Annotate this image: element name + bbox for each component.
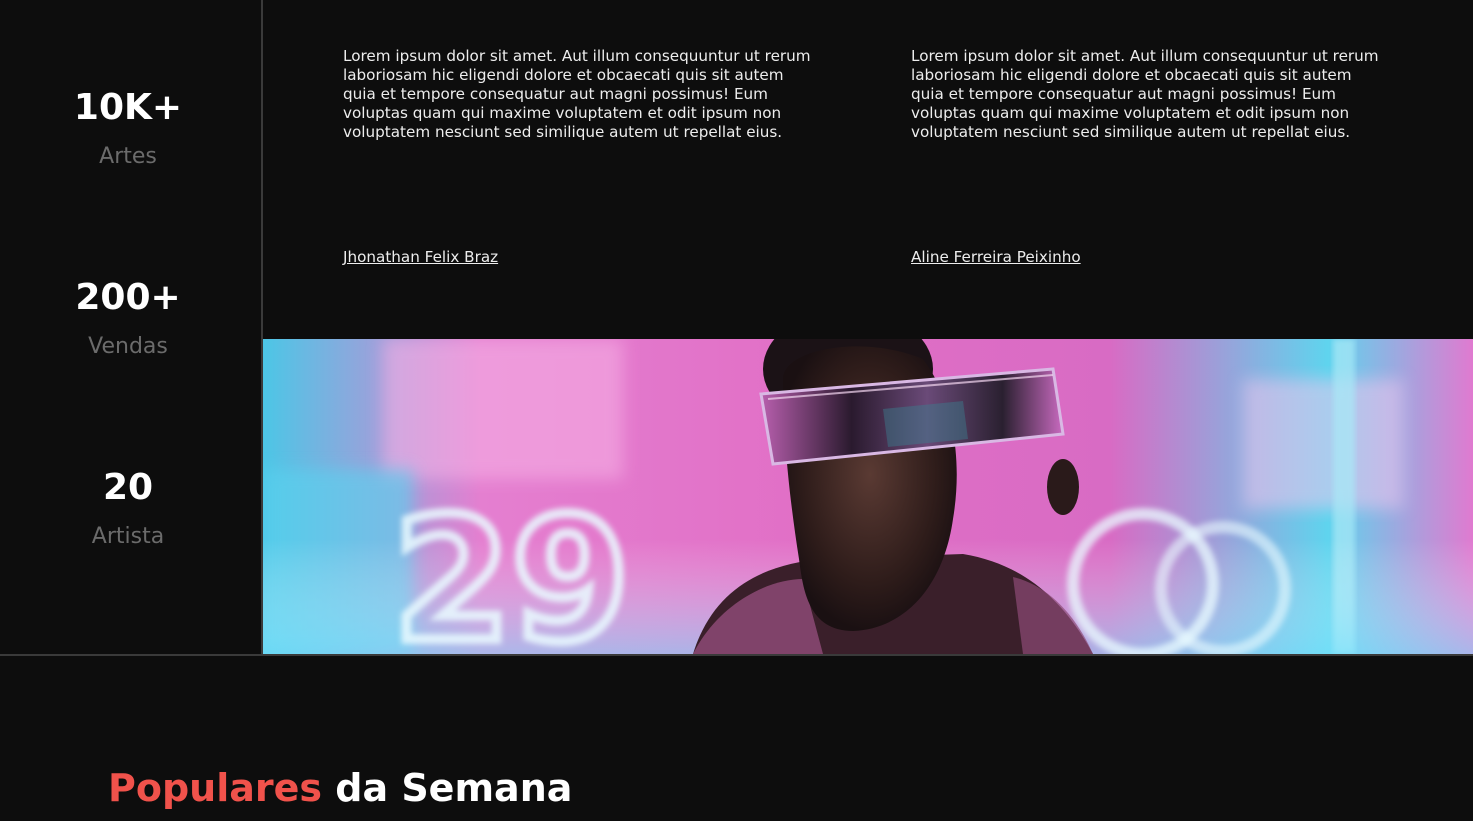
section-title-rest: da Semana: [322, 766, 573, 810]
stat-label: Vendas: [88, 334, 168, 359]
testimonial-author-link[interactable]: Aline Ferreira Peixinho: [911, 248, 1081, 267]
stat-artista: 20 Artista: [0, 470, 256, 548]
neon-number: 29: [393, 482, 630, 654]
testimonial-text: Lorem ipsum dolor sit amet. Aut illum co…: [911, 47, 1379, 141]
stat-value: 10K+: [73, 87, 183, 128]
stat-vendas: 200+ Vendas: [0, 280, 256, 358]
neon-portrait-banner: 29: [263, 339, 1473, 654]
testimonial-author-link[interactable]: Jhonathan Felix Braz: [343, 248, 498, 267]
section-title: Populares da Semana: [108, 766, 573, 810]
stat-label: Artes: [99, 144, 157, 169]
horizontal-divider: [0, 654, 1473, 656]
stats-column: 10K+ Artes 200+ Vendas 20 Artista: [0, 0, 261, 654]
testimonial-card: Lorem ipsum dolor sit amet. Aut illum co…: [911, 47, 1389, 266]
section-title-accent: Populares: [108, 766, 323, 810]
banner-illustration: 29: [263, 339, 1473, 654]
testimonial-card: Lorem ipsum dolor sit amet. Aut illum co…: [343, 47, 821, 266]
stat-value: 200+: [75, 277, 181, 318]
stat-label: Artista: [91, 524, 165, 549]
testimonial-text: Lorem ipsum dolor sit amet. Aut illum co…: [343, 47, 811, 141]
stat-value: 20: [102, 467, 154, 508]
stat-artes: 10K+ Artes: [0, 90, 256, 168]
